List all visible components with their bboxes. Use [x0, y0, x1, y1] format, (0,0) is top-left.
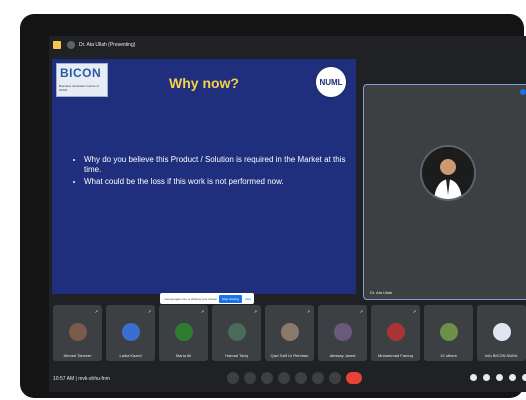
participant-tile[interactable]: ↗ Ahmed Tanveer [53, 305, 102, 361]
participant-avatar [387, 323, 405, 341]
more-options-icon[interactable] [520, 89, 526, 95]
participant-tile[interactable]: ↗ Hamad Tariq [212, 305, 261, 361]
pin-icon[interactable]: ↗ [201, 309, 204, 314]
person-icon [422, 147, 474, 199]
side-panel-icons [470, 374, 526, 381]
pin-icon[interactable]: ↗ [413, 309, 416, 314]
call-controls [227, 372, 362, 384]
people-icon[interactable] [483, 374, 490, 381]
meeting-controls-bar: 10:57 AM | mvk-shhu-fnm [49, 368, 526, 390]
stop-sharing-button[interactable]: Stop sharing [218, 294, 242, 303]
presenter-avatar [67, 41, 75, 49]
mic-icon[interactable] [227, 372, 239, 384]
participant-name: Info BICON NUML [485, 353, 518, 358]
info-icon[interactable] [470, 374, 477, 381]
participant-name: Muhammad Farooq [378, 353, 413, 358]
participant-tile[interactable]: 10 others [424, 305, 473, 361]
participant-name: 10 others [440, 353, 457, 358]
pin-icon[interactable]: ↗ [307, 309, 310, 314]
screen-share-bar: meet.google.com is sharing your screen S… [160, 293, 254, 304]
participant-avatar [122, 323, 140, 341]
participant-name: Qazi Saif Ur Rehman [270, 353, 309, 358]
participant-strip: ↗ Ahmed Tanveer ↗ Laiba Kazmi ↗ Maria Ali ↗… [53, 305, 526, 361]
meet-window: Dr. Ata Ullah (Presenting) BICON Busines… [49, 36, 526, 392]
chat-icon[interactable] [496, 374, 503, 381]
speaker-name: Dr. Ata Ullah [370, 290, 393, 295]
participant-avatar [440, 323, 458, 341]
tablet-frame: Dr. Ata Ullah (Presenting) BICON Busines… [20, 14, 526, 398]
pin-icon[interactable]: ↗ [360, 309, 363, 314]
participant-avatar [228, 323, 246, 341]
participant-avatar [334, 323, 352, 341]
activities-icon[interactable] [509, 374, 516, 381]
participant-name: Hamad Tariq [225, 353, 248, 358]
participant-tile[interactable]: ↗ Qazi Saif Ur Rehman [265, 305, 314, 361]
captions-icon[interactable] [261, 372, 273, 384]
raise-hand-icon[interactable] [312, 372, 324, 384]
hide-button[interactable]: Hide [242, 295, 254, 303]
presenter-header: Dr. Ata Ullah (Presenting) [49, 36, 526, 54]
emoji-icon[interactable] [278, 372, 290, 384]
camera-icon[interactable] [244, 372, 256, 384]
speaker-tile[interactable]: Dr. Ata Ullah [363, 84, 526, 300]
participant-name: Alessay Javed [329, 353, 356, 358]
slide-bullets: Why do you believe this Product / Soluti… [74, 155, 360, 189]
bullet-item: What could be the loss if this work is n… [84, 177, 360, 187]
pin-icon[interactable]: ↗ [95, 309, 98, 314]
participant-tile[interactable]: ↗ Alessay Javed [318, 305, 367, 361]
participant-name: Maria Ali [175, 353, 192, 358]
host-controls-icon[interactable] [522, 374, 526, 381]
pin-icon[interactable]: ↗ [254, 309, 257, 314]
share-notice-text: meet.google.com is sharing your screen [164, 296, 218, 301]
participant-avatar [69, 323, 87, 341]
participant-name: Laiba Kazmi [119, 353, 142, 358]
participant-tile[interactable]: Info BICON NUML [477, 305, 526, 361]
participant-tile[interactable]: ↗ Laiba Kazmi [106, 305, 155, 361]
presenter-title: Dr. Ata Ullah (Presenting) [79, 42, 136, 48]
participant-tile[interactable]: ↗ Maria Ali [159, 305, 208, 361]
participant-name: Ahmed Tanveer [63, 353, 92, 358]
participant-avatar [493, 323, 511, 341]
participant-tile[interactable]: ↗ Muhammad Farooq [371, 305, 420, 361]
more-options-icon[interactable] [329, 372, 341, 384]
presentation-slide: BICON Business Incubation Centre of NUML… [52, 59, 356, 304]
present-icon[interactable] [295, 372, 307, 384]
participant-avatar [175, 323, 193, 341]
participant-avatar [281, 323, 299, 341]
present-badge-icon [53, 41, 61, 49]
end-call-button[interactable] [346, 372, 362, 384]
meeting-time-code: 10:57 AM | mvk-shhu-fnm [53, 376, 110, 382]
bullet-item: Why do you believe this Product / Soluti… [84, 155, 360, 175]
university-seal: NUML [314, 65, 348, 99]
slide-title: Why now? [169, 75, 239, 91]
pin-icon[interactable]: ↗ [148, 309, 151, 314]
speaker-avatar [420, 145, 476, 201]
